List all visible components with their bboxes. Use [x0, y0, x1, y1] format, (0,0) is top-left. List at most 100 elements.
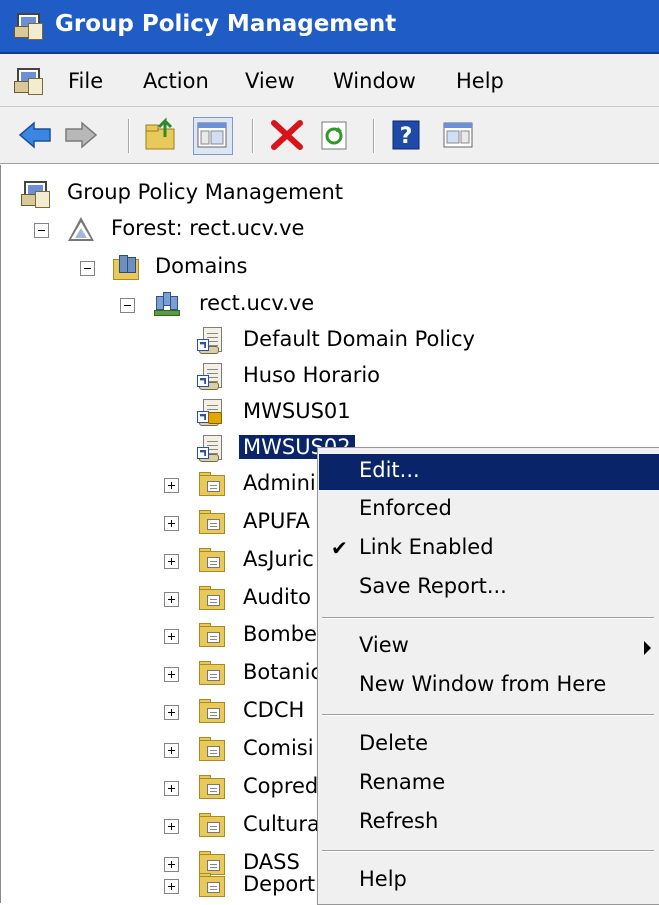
up-folder-icon: [145, 117, 175, 150]
expand-toggle[interactable]: [164, 478, 179, 493]
tree-node-ou[interactable]: Admini: [1, 466, 321, 502]
delete-icon: [271, 120, 303, 150]
gpo-link-icon: [197, 434, 225, 462]
expand-toggle[interactable]: [164, 781, 179, 796]
ou-folder-icon: [197, 659, 225, 687]
menu-help[interactable]: Help: [456, 69, 504, 93]
expand-toggle[interactable]: [164, 705, 179, 720]
tree-label: Comisi: [243, 736, 314, 760]
show-action-pane-button[interactable]: [440, 117, 478, 153]
tree-label: Default Domain Policy: [243, 327, 475, 351]
tree-label: Bombe: [243, 622, 317, 646]
system-menu-icon[interactable]: [14, 66, 43, 95]
context-menu-new-window[interactable]: New Window from Here: [319, 668, 659, 704]
gpo-link-icon: [197, 326, 225, 354]
tree-node-forest[interactable]: Forest: rect.ucv.ve: [1, 211, 659, 247]
tree-label: MWSUS01: [243, 399, 351, 423]
forward-button[interactable]: [62, 117, 100, 153]
menu-item-label: Rename: [359, 770, 446, 794]
ou-folder-icon: [197, 621, 225, 649]
context-menu-refresh[interactable]: Refresh: [319, 805, 659, 841]
menu-item-label: View: [359, 633, 409, 657]
show-hide-console-tree-button[interactable]: [193, 117, 233, 155]
gpmc-window: Group Policy Management File Action View…: [0, 0, 659, 905]
collapse-toggle[interactable]: [80, 261, 95, 276]
tree-label: Forest: rect.ucv.ve: [111, 216, 305, 240]
tree-label: rect.ucv.ve: [199, 291, 315, 315]
expand-toggle[interactable]: [164, 743, 179, 758]
tree-label: Group Policy Management: [67, 180, 344, 204]
tree-node-ou[interactable]: Copred: [1, 769, 321, 805]
menu-item-label: Enforced: [359, 496, 452, 520]
tree-node-gpo-link[interactable]: MWSUS01: [1, 394, 659, 430]
tree-node-gpo-link[interactable]: Huso Horario: [1, 358, 659, 394]
back-button[interactable]: [16, 117, 54, 153]
help-button[interactable]: ?: [389, 117, 427, 153]
tree-node-root[interactable]: Group Policy Management: [1, 175, 659, 211]
ou-folder-icon: [197, 773, 225, 801]
collapse-toggle[interactable]: [34, 223, 49, 238]
expand-toggle[interactable]: [164, 629, 179, 644]
collapse-toggle[interactable]: [120, 298, 135, 313]
tree-node-ou[interactable]: AsJuric: [1, 542, 321, 578]
tree-node-domains[interactable]: Domains: [1, 249, 659, 285]
menu-view[interactable]: View: [245, 69, 295, 93]
title-bar[interactable]: Group Policy Management: [0, 0, 659, 54]
menu-window[interactable]: Window: [333, 69, 416, 93]
context-menu-help[interactable]: Help: [319, 863, 659, 899]
tree-node-ou[interactable]: CDCH: [1, 693, 321, 729]
menu-item-label: Link Enabled: [359, 535, 494, 559]
refresh-button[interactable]: [316, 117, 354, 153]
tree-node-ou[interactable]: Comisi: [1, 731, 321, 767]
tree-node-ou[interactable]: Deport: [1, 867, 321, 903]
toolbar-separator: [128, 119, 130, 153]
expand-toggle[interactable]: [164, 879, 179, 894]
context-menu-save-report[interactable]: Save Report...: [319, 570, 659, 606]
help-icon: ?: [392, 120, 420, 150]
forward-icon: [65, 121, 98, 149]
tree-label: Cultura: [243, 812, 320, 836]
tree-node-ou[interactable]: Audito: [1, 580, 321, 616]
tree-label: Admini: [243, 471, 316, 495]
tree-node-ou[interactable]: Botanic: [1, 655, 323, 691]
tree-node-domain[interactable]: rect.ucv.ve: [1, 286, 659, 322]
context-menu-delete[interactable]: Delete: [319, 727, 659, 763]
context-menu-link-enabled[interactable]: ✔ Link Enabled: [319, 531, 659, 567]
context-menu-enforced[interactable]: Enforced: [319, 492, 659, 528]
back-icon: [18, 121, 51, 149]
menu-separator: [322, 850, 654, 852]
tree-node-ou[interactable]: APUFA: [1, 504, 321, 540]
gpmc-app-icon: [14, 11, 43, 40]
menu-item-label: Save Report...: [359, 574, 507, 598]
ou-folder-icon: [197, 871, 225, 899]
menu-item-label: Edit...: [359, 458, 420, 482]
ou-folder-icon: [197, 470, 225, 498]
context-menu-rename[interactable]: Rename: [319, 766, 659, 802]
ou-folder-icon: [197, 697, 225, 725]
toolbar-separator: [252, 119, 254, 153]
context-menu-edit[interactable]: Edit...: [319, 454, 659, 490]
expand-toggle[interactable]: [164, 516, 179, 531]
tree-label: Deport: [243, 872, 316, 896]
ou-folder-icon: [197, 546, 225, 574]
expand-toggle[interactable]: [164, 667, 179, 682]
menu-file[interactable]: File: [68, 69, 103, 93]
tree-label: APUFA: [243, 509, 310, 533]
tree-label: Domains: [155, 254, 248, 278]
menu-action[interactable]: Action: [143, 69, 209, 93]
menu-item-label: New Window from Here: [359, 672, 607, 696]
tree-node-ou[interactable]: Cultura: [1, 807, 321, 843]
expand-toggle[interactable]: [164, 819, 179, 834]
expand-toggle[interactable]: [164, 592, 179, 607]
tree-label: Audito: [243, 585, 311, 609]
up-one-level-button[interactable]: [143, 117, 181, 153]
expand-toggle[interactable]: [164, 554, 179, 569]
tree-node-gpo-link[interactable]: Default Domain Policy: [1, 322, 659, 358]
tree-node-ou[interactable]: Bombe: [1, 617, 321, 653]
delete-button[interactable]: [268, 117, 306, 153]
menu-bar: File Action View Window Help: [0, 54, 659, 107]
refresh-icon: [321, 121, 347, 150]
context-menu-view[interactable]: View: [319, 629, 659, 665]
tree-label: Botanic: [243, 660, 323, 684]
menu-separator: [322, 714, 654, 716]
